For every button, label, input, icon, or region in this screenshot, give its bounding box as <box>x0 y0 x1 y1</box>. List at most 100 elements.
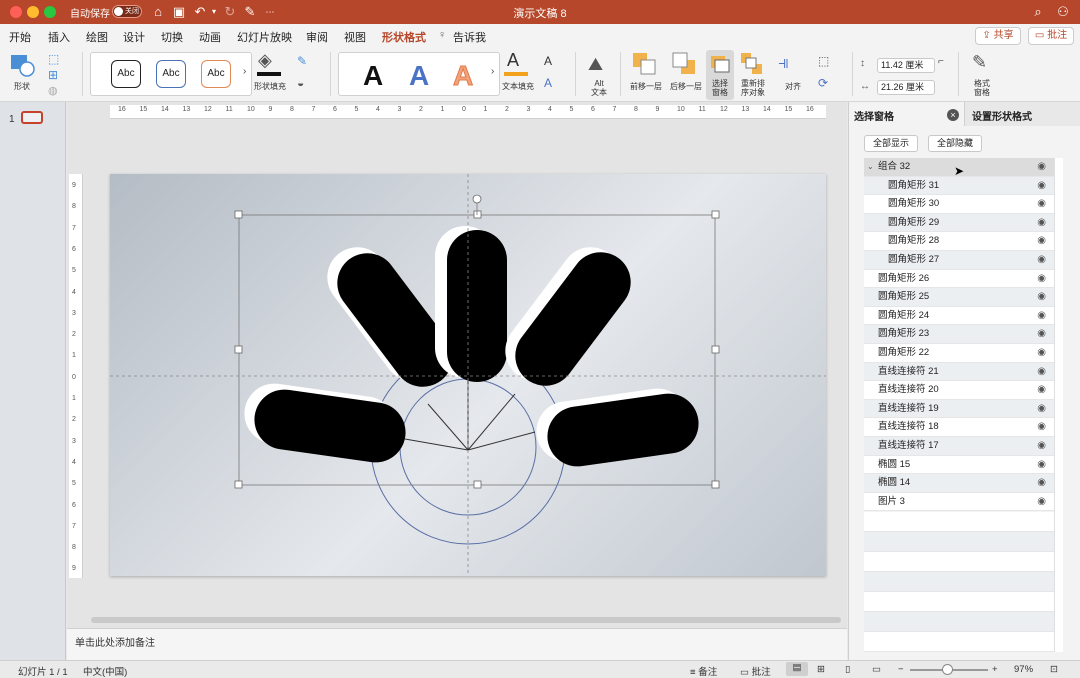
selection-list-item[interactable]: 椭圆 15 ◉ <box>864 455 1054 475</box>
text-box-icon[interactable]: ⊞ <box>48 68 58 82</box>
text-fill-icon[interactable]: A <box>507 50 519 71</box>
selection-list-item[interactable]: 直线连接符 18 ◉ <box>864 418 1054 437</box>
zoom-percent[interactable]: 97% <box>1014 664 1033 675</box>
paint-bucket-icon[interactable]: ◈ <box>258 50 272 71</box>
align-icon[interactable]: ⫣ <box>778 52 789 73</box>
visibility-eye-icon[interactable]: ◉ <box>1037 214 1046 233</box>
wordart-style-1[interactable]: A <box>363 61 383 91</box>
notes-toggle[interactable]: ≡ 备注 <box>690 664 717 678</box>
slide-canvas[interactable] <box>110 174 826 576</box>
slide-sorter-button[interactable]: ⊞ <box>817 664 825 675</box>
visibility-eye-icon[interactable]: ◉ <box>1037 437 1046 456</box>
search-icon[interactable]: ⌕ <box>1030 4 1046 20</box>
height-field[interactable]: 11.42 厘米 <box>877 58 935 73</box>
selection-pane-scrollbar[interactable] <box>1054 158 1063 652</box>
alt-text-icon[interactable]: ⛰ <box>588 54 603 75</box>
language[interactable]: 中文(中国) <box>83 664 127 678</box>
comments-toggle[interactable]: ▭ 批注 <box>740 664 771 678</box>
shapes-icon[interactable] <box>10 54 36 78</box>
selection-list-item[interactable]: 直线连接符 17 ◉ <box>864 436 1054 456</box>
visibility-eye-icon[interactable]: ◉ <box>1037 381 1046 400</box>
selection-list-item[interactable]: 直线连接符 20 ◉ <box>864 381 1054 400</box>
tab-draw[interactable]: 绘图 <box>86 29 108 45</box>
group-icon[interactable]: ⬚ <box>818 54 829 68</box>
expand-chevron-icon[interactable]: ⌄ <box>867 158 874 177</box>
tab-animations[interactable]: 动画 <box>199 29 221 45</box>
visibility-eye-icon[interactable]: ◉ <box>1037 270 1046 289</box>
merge-shapes-icon[interactable]: ◍ <box>48 84 58 97</box>
undo-dropdown-icon[interactable]: ▾ <box>206 4 222 20</box>
tab-view[interactable]: 视图 <box>344 29 366 45</box>
selection-list-item[interactable]: 圆角矩形 29 ◉ <box>864 213 1054 233</box>
show-all-button[interactable]: 全部显示 <box>864 135 918 152</box>
tab-insert[interactable]: 插入 <box>48 29 70 45</box>
tab-shape-format[interactable]: 形状格式 <box>382 29 426 50</box>
tab-design[interactable]: 设计 <box>123 29 145 45</box>
home-icon[interactable]: ⌂ <box>150 4 166 20</box>
visibility-eye-icon[interactable]: ◉ <box>1037 158 1046 177</box>
visibility-eye-icon[interactable]: ◉ <box>1037 363 1046 382</box>
zoom-slider-thumb[interactable] <box>942 664 953 675</box>
visibility-eye-icon[interactable]: ◉ <box>1037 400 1046 419</box>
selection-list-item[interactable]: 圆角矩形 31 ◉ <box>864 176 1054 196</box>
visibility-eye-icon[interactable]: ◉ <box>1037 251 1046 270</box>
visibility-eye-icon[interactable]: ◉ <box>1037 325 1046 344</box>
reorder-objects-icon[interactable] <box>740 52 766 76</box>
visibility-eye-icon[interactable]: ◉ <box>1037 493 1046 512</box>
visibility-eye-icon[interactable]: ◉ <box>1037 288 1046 307</box>
tab-tell-me[interactable]: 告诉我 <box>453 29 486 45</box>
notes-area[interactable]: 单击此处添加备注 <box>67 628 847 660</box>
comments-button[interactable]: ▭ 批注 <box>1028 27 1074 45</box>
selection-list-item[interactable]: 圆角矩形 30 ◉ <box>864 195 1054 214</box>
format-pane-icon[interactable]: ✎ <box>972 52 987 73</box>
slide-thumbnail[interactable] <box>21 111 43 124</box>
save-icon[interactable]: ▣ <box>171 4 187 20</box>
visibility-eye-icon[interactable]: ◉ <box>1037 474 1046 493</box>
shape-style-2[interactable]: Abc <box>156 60 186 88</box>
selection-list-item[interactable]: 圆角矩形 26 ◉ <box>864 269 1054 289</box>
horizontal-scrollbar[interactable] <box>91 617 841 623</box>
redo-icon[interactable]: ↻ <box>222 4 238 20</box>
slideshow-button[interactable]: ▭ <box>872 664 881 675</box>
shape-style-3[interactable]: Abc <box>201 60 231 88</box>
visibility-eye-icon[interactable]: ◉ <box>1037 456 1046 475</box>
visibility-eye-icon[interactable]: ◉ <box>1037 177 1046 196</box>
shape-outline-icon[interactable]: ✎ <box>297 54 307 68</box>
wordart-more-icon[interactable]: › <box>491 66 494 77</box>
close-pane-icon[interactable]: × <box>947 109 959 121</box>
edit-shape-icon[interactable]: ⬚ <box>48 52 59 66</box>
send-backward-icon[interactable] <box>672 52 698 76</box>
maximize-window-button[interactable] <box>44 6 56 18</box>
zoom-in-button[interactable]: + <box>992 664 998 675</box>
tab-review[interactable]: 审阅 <box>306 29 328 45</box>
shape-style-1[interactable]: Abc <box>111 60 141 88</box>
selection-list-item[interactable]: 圆角矩形 23 ◉ <box>864 325 1054 344</box>
visibility-eye-icon[interactable]: ◉ <box>1037 195 1046 214</box>
tab-slideshow[interactable]: 幻灯片放映 <box>237 29 292 45</box>
selection-list-item[interactable]: 圆角矩形 25 ◉ <box>864 288 1054 307</box>
text-outline-icon[interactable]: A <box>544 54 552 68</box>
tab-transitions[interactable]: 切换 <box>161 29 183 45</box>
selection-list-item[interactable]: 直线连接符 19 ◉ <box>864 399 1054 419</box>
selection-list-item[interactable]: 图片 3 ◉ <box>864 492 1054 512</box>
visibility-eye-icon[interactable]: ◉ <box>1037 307 1046 326</box>
normal-view-button[interactable]: ▤ <box>786 662 808 676</box>
autosave-toggle[interactable]: 关闭 <box>112 5 142 18</box>
selection-list-item[interactable]: 椭圆 14 ◉ <box>864 474 1054 493</box>
fit-to-window-icon[interactable]: ⊡ <box>1050 664 1058 675</box>
tab-home[interactable]: 开始 <box>9 29 31 45</box>
zoom-out-button[interactable]: − <box>898 664 904 675</box>
hide-all-button[interactable]: 全部隐藏 <box>928 135 982 152</box>
selection-list-item[interactable]: 圆角矩形 24 ◉ <box>864 306 1054 326</box>
account-icon[interactable]: ⚇ <box>1055 4 1071 20</box>
reading-view-button[interactable]: ▯ <box>845 664 850 675</box>
more-toolbar-icon[interactable]: ⋯ <box>262 4 278 20</box>
text-effects-icon[interactable]: A <box>544 76 552 90</box>
customize-toolbar-icon[interactable]: ✎ <box>242 4 258 20</box>
width-field[interactable]: 21.26 厘米 <box>877 80 935 95</box>
wordart-style-3[interactable]: A <box>452 60 473 91</box>
wordart-style-2[interactable]: A <box>409 61 429 91</box>
selection-list-item[interactable]: 直线连接符 21 ◉ <box>864 362 1054 382</box>
selection-list-item[interactable]: 圆角矩形 22 ◉ <box>864 343 1054 363</box>
close-window-button[interactable] <box>10 6 22 18</box>
